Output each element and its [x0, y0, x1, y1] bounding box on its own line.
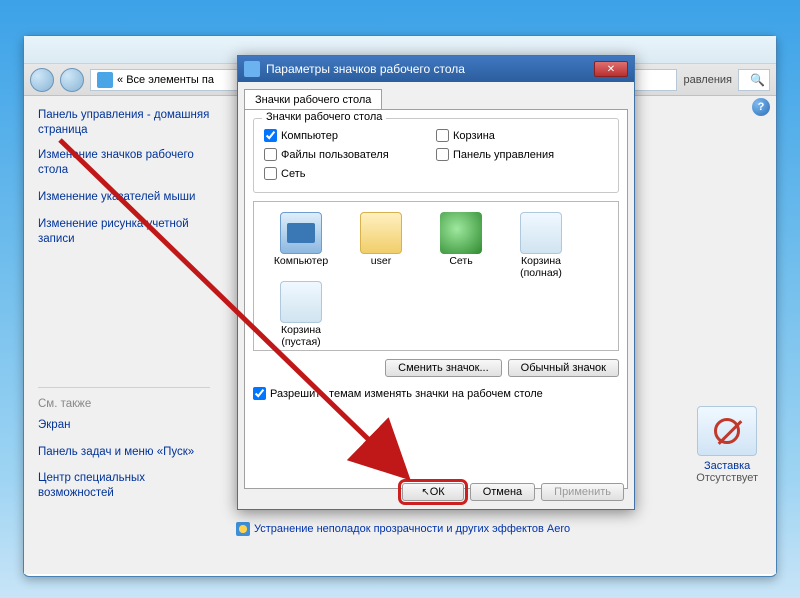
see-also-taskbar[interactable]: Панель задач и меню «Пуск» [38, 445, 210, 460]
checkbox-label: Панель управления [453, 149, 554, 161]
breadcrumb-suffix: равления [683, 74, 732, 86]
checkbox-label: Компьютер [281, 130, 338, 142]
icon-label: user [342, 256, 420, 268]
sidebar-link-pointers[interactable]: Изменение указателей мыши [38, 190, 210, 205]
sidebar-link-account-pic[interactable]: Изменение рисунка учетной записи [38, 217, 210, 247]
icon-label: Компьютер [262, 256, 340, 268]
desktop-icon-settings-dialog: Параметры значков рабочего стола ✕ Значк… [237, 55, 635, 510]
checkbox-input-4[interactable] [264, 167, 277, 180]
checkbox-input-0[interactable] [264, 129, 277, 142]
icon-label: Корзина (полная) [502, 256, 580, 279]
checkbox-input-3[interactable] [436, 148, 449, 161]
search-input[interactable]: 🔍 [738, 69, 770, 91]
search-icon: 🔍 [750, 73, 765, 87]
allow-themes-checkbox[interactable]: Разрешить темам изменять значки на рабоч… [253, 387, 619, 400]
icon-list[interactable]: КомпьютерuserСетьКорзина (полная) Корзина… [253, 201, 619, 351]
tabstrip: Значки рабочего стола [238, 82, 634, 109]
screensaver-status: Отсутствует [696, 472, 758, 484]
bin-icon [280, 281, 322, 323]
ok-button[interactable]: ↖ОК [402, 483, 463, 501]
fold-icon [360, 212, 402, 254]
dialog-titlebar[interactable]: Параметры значков рабочего стола ✕ [238, 56, 634, 82]
checkbox-4[interactable]: Сеть [264, 167, 436, 180]
apply-button[interactable]: Применить [541, 483, 624, 501]
sidebar-home[interactable]: Панель управления - домашняя страница [38, 108, 210, 138]
cancel-button[interactable]: Отмена [470, 483, 535, 501]
dialog-icon [244, 61, 260, 77]
checkbox-label: Сеть [281, 168, 305, 180]
see-also-display[interactable]: Экран [38, 418, 210, 433]
checkbox-0[interactable]: Компьютер [264, 129, 436, 142]
aero-link-text: Устранение неполадок прозрачности и друг… [254, 523, 570, 535]
help-icon[interactable]: ? [752, 98, 770, 116]
breadcrumb-prefix: « [117, 74, 123, 86]
icon-label: Корзина (пустая) [262, 325, 340, 348]
ok-label: ОК [430, 486, 445, 498]
icon-item-4[interactable]: Корзина (пустая) [262, 281, 340, 348]
nav-forward-button[interactable] [60, 68, 84, 92]
control-panel-icon [97, 72, 113, 88]
allow-themes-input[interactable] [253, 387, 266, 400]
checkbox-2[interactable]: Файлы пользователя [264, 148, 436, 161]
icon-item-2[interactable]: Сеть [422, 212, 500, 279]
change-icon-button[interactable]: Сменить значок... [385, 359, 502, 377]
allow-themes-label: Разрешить темам изменять значки на рабоч… [270, 388, 543, 400]
checkbox-label: Файлы пользователя [281, 149, 389, 161]
nav-back-button[interactable] [30, 68, 54, 92]
cursor-icon: ↖ [421, 487, 429, 498]
tab-panel: Значки рабочего стола Компьютер Корзина Фа… [244, 109, 628, 489]
restore-default-button[interactable]: Обычный значок [508, 359, 619, 377]
icon-label: Сеть [422, 256, 500, 268]
bin-icon [520, 212, 562, 254]
breadcrumb-text: Все элементы па [126, 74, 214, 86]
tab-desktop-icons[interactable]: Значки рабочего стола [244, 89, 382, 110]
see-also-ease[interactable]: Центр специальных возможностей [38, 471, 210, 501]
aero-troubleshoot-link[interactable]: Устранение неполадок прозрачности и друг… [236, 522, 570, 536]
sidebar-link-icons[interactable]: Изменение значков рабочего стола [38, 148, 210, 178]
checkbox-1[interactable]: Корзина [436, 129, 608, 142]
comp-icon [280, 212, 322, 254]
screensaver-icon [697, 406, 757, 456]
screensaver-label: Заставка [696, 460, 758, 472]
icons-groupbox: Значки рабочего стола КомпьютерКорзинаФа… [253, 118, 619, 193]
checkbox-input-2[interactable] [264, 148, 277, 161]
checkbox-3[interactable]: Панель управления [436, 148, 608, 161]
sidebar: Панель управления - домашняя страница Из… [24, 96, 224, 574]
net-icon [440, 212, 482, 254]
checkbox-input-1[interactable] [436, 129, 449, 142]
groupbox-title: Значки рабочего стола [262, 111, 386, 123]
see-also-header: См. также [38, 398, 210, 410]
screensaver-block[interactable]: Заставка Отсутствует [696, 406, 758, 484]
checkbox-label: Корзина [453, 130, 495, 142]
dialog-title: Параметры значков рабочего стола [266, 62, 465, 76]
icon-item-1[interactable]: user [342, 212, 420, 279]
dialog-close-button[interactable]: ✕ [594, 61, 628, 77]
icon-item-3[interactable]: Корзина (полная) [502, 212, 580, 279]
shield-icon [236, 522, 250, 536]
icon-item-0[interactable]: Компьютер [262, 212, 340, 279]
